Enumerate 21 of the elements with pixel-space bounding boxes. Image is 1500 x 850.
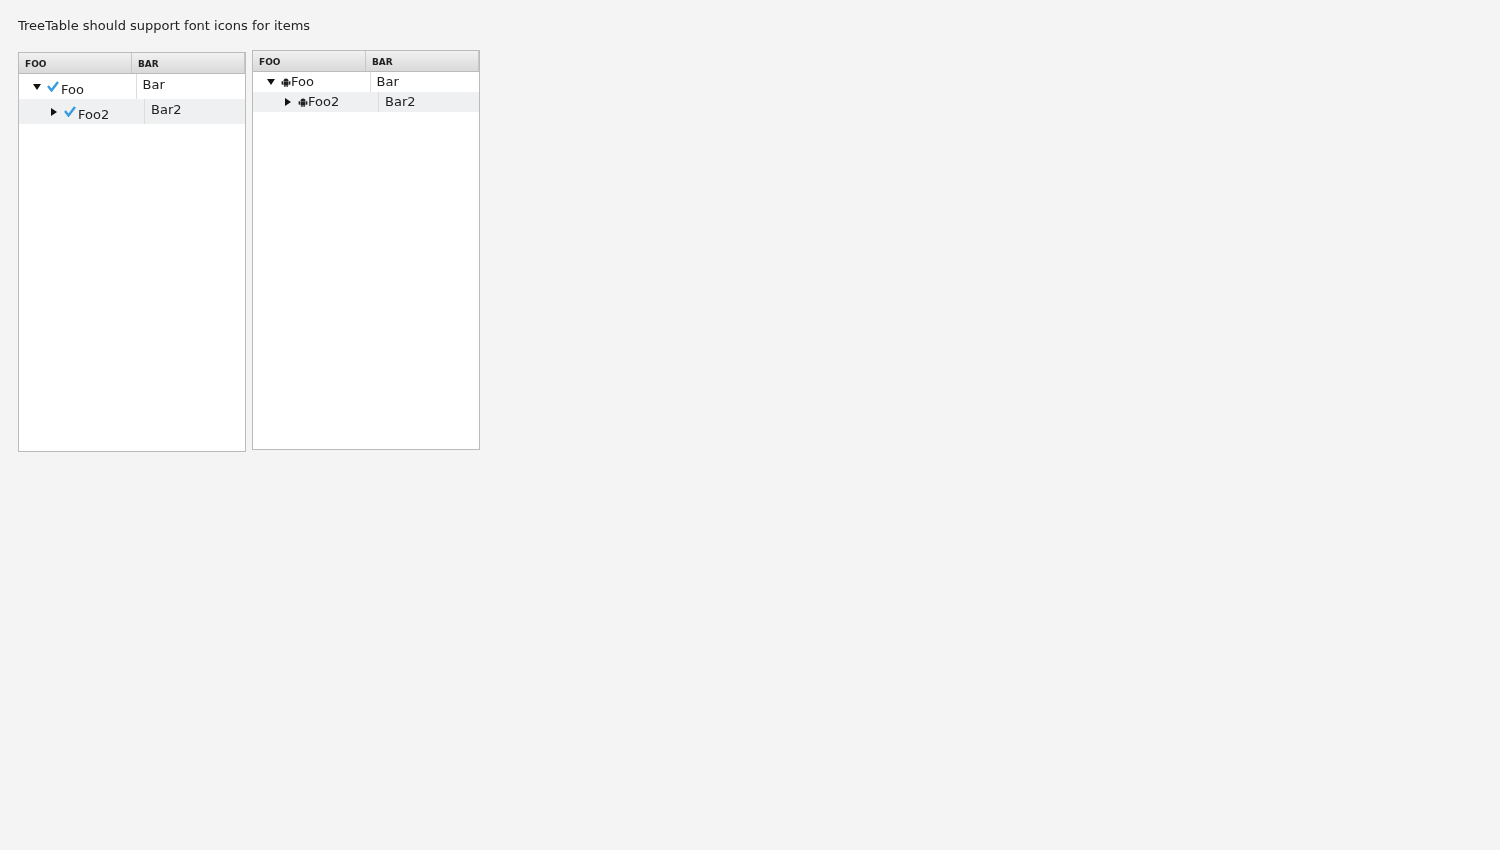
table-cell-text: Bar2 — [385, 93, 416, 112]
column-header[interactable]: FOO — [19, 53, 132, 73]
tree-item[interactable]: Foo2 — [78, 104, 110, 125]
column-header[interactable]: BAR — [366, 51, 479, 71]
collapse-arrow-icon[interactable] — [267, 78, 275, 86]
table-cell-text: Bar — [376, 73, 399, 92]
checkmark-icon — [47, 81, 59, 92]
robot-icon — [298, 97, 308, 107]
collapse-arrow-icon[interactable] — [33, 82, 41, 91]
tree-item[interactable]: Foo — [291, 72, 314, 92]
window-title: TreeTable should support font icons for items — [18, 18, 312, 34]
tree-item[interactable]: Foo — [61, 79, 84, 100]
column-header[interactable]: FOO — [253, 51, 366, 71]
expand-arrow-icon[interactable] — [50, 107, 58, 116]
expand-arrow-icon[interactable] — [284, 98, 292, 106]
table-cell-text: Bar — [142, 75, 165, 94]
tree-item[interactable]: Foo2 — [308, 92, 340, 112]
column-header[interactable]: BAR — [132, 53, 245, 73]
checkmark-icon — [64, 106, 76, 117]
robot-icon — [281, 77, 291, 87]
table-cell-text: Bar2 — [151, 100, 182, 119]
